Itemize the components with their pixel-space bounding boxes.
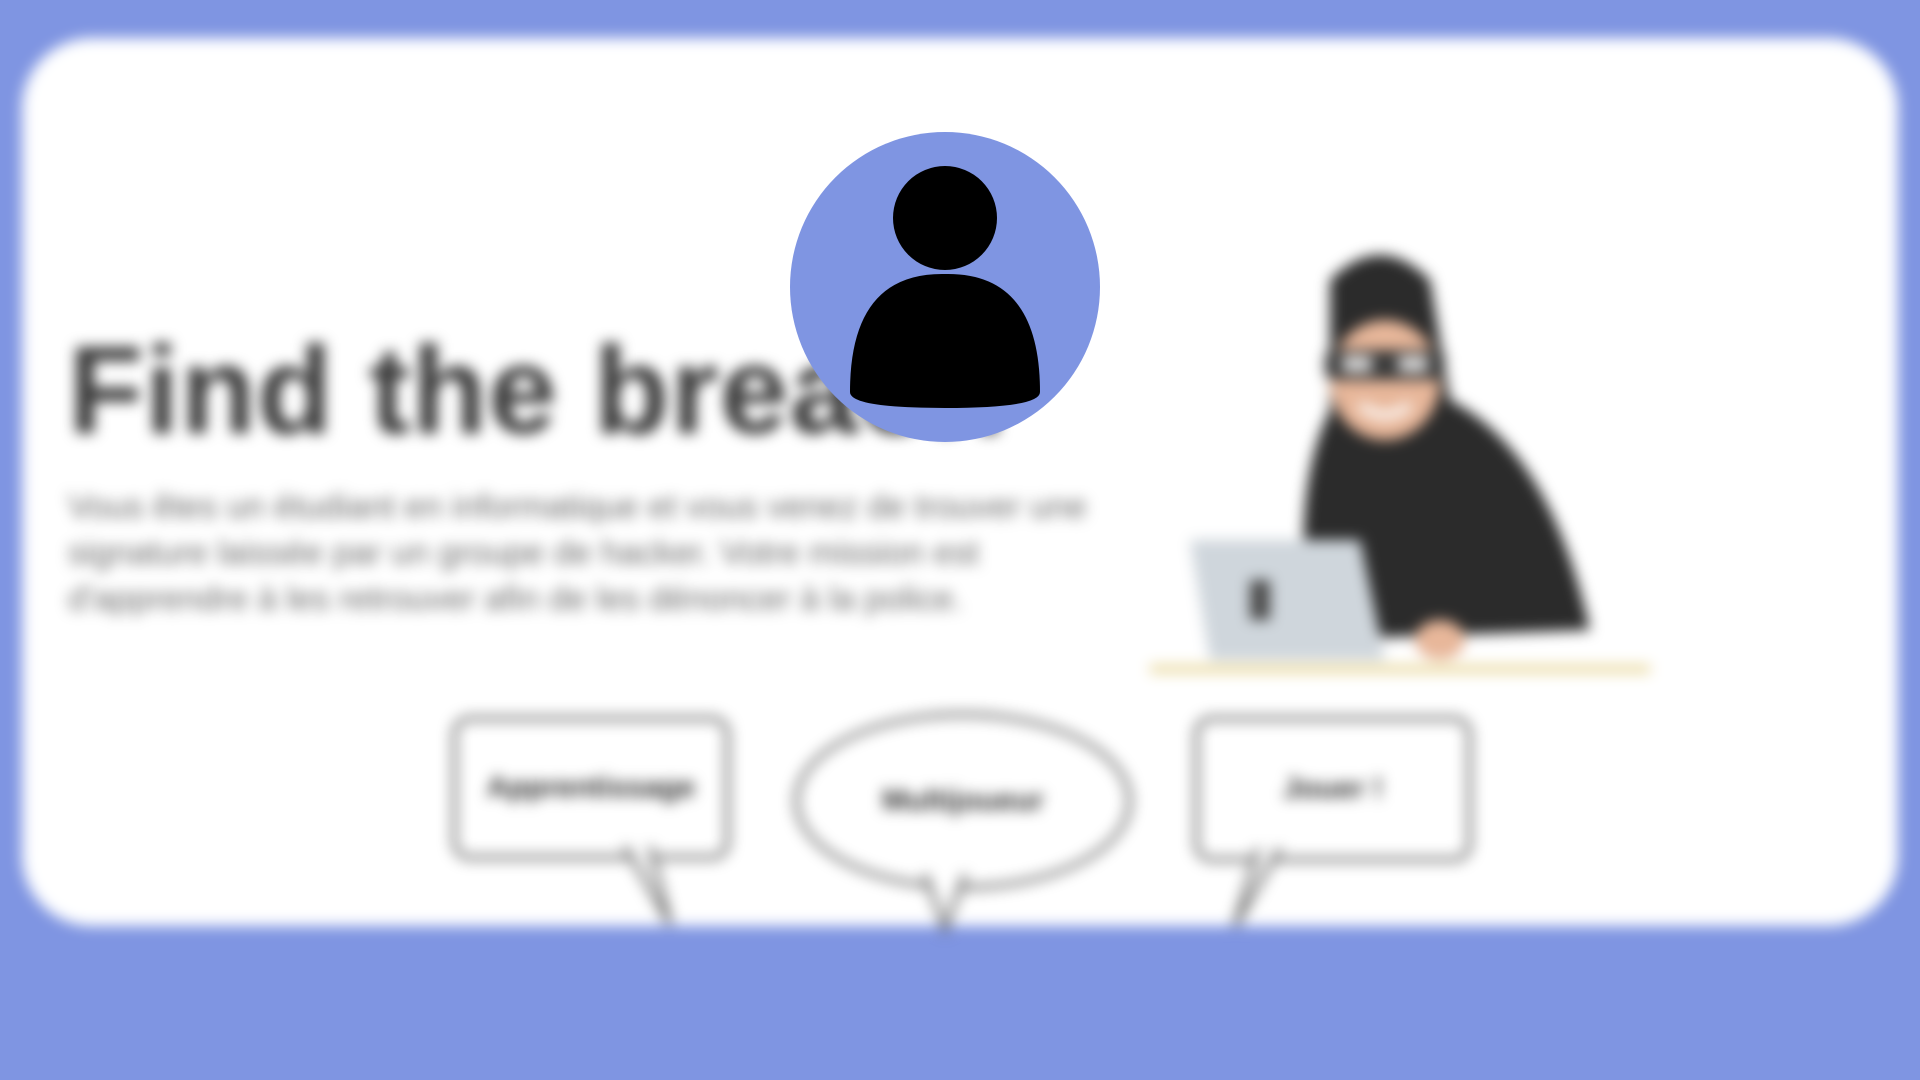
hacker-illustration (1150, 255, 1650, 673)
profile-avatar-button[interactable] (790, 132, 1100, 442)
mode-apprentissage-button[interactable]: Apprentissage (452, 716, 730, 860)
bubble-tail-1 (622, 846, 673, 926)
mode-multijoueur-label: Multijoueur (882, 784, 1044, 817)
mode-jouer-button[interactable]: Jouer ! (1194, 716, 1472, 862)
bubble-tail-2 (922, 874, 968, 934)
app-root: Find the breach Vous êtes un étudiant en… (0, 0, 1920, 1080)
intro-description: Vous êtes un étudiant en informatique et… (68, 488, 1087, 618)
mode-multijoueur-button[interactable]: Multijoueur (794, 712, 1132, 890)
mode-jouer-label: Jouer ! (1282, 772, 1384, 805)
mode-apprentissage-label: Apprentissage (486, 771, 696, 804)
user-avatar-icon (850, 166, 1040, 408)
bubble-tail-3 (1232, 848, 1283, 928)
